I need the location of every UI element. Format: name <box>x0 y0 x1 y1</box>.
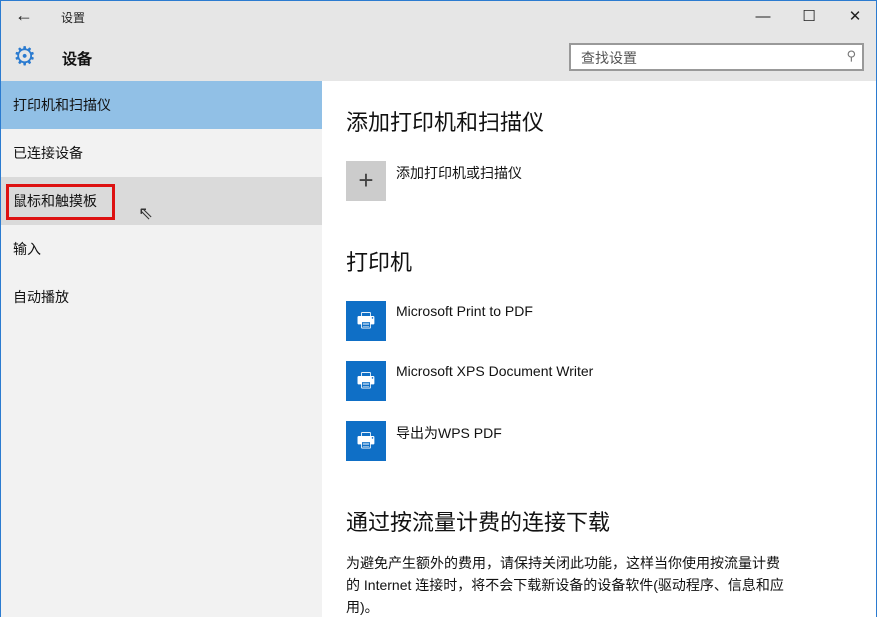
printer-document-icon[interactable]: 🖶 <box>346 301 386 341</box>
add-printer-link[interactable]: 添加打印机或扫描仪 <box>396 163 522 183</box>
sidebar-item-mouse-touchpad[interactable]: 鼠标和触摸板⇖ <box>1 177 322 225</box>
maximize-button[interactable]: ☐ <box>786 1 832 33</box>
search-placeholder: 查找设置 <box>581 50 637 66</box>
section-title-metered: 通过按流量计费的连接下载 <box>346 505 610 537</box>
sidebar-item-label: 打印机和扫描仪 <box>13 97 111 113</box>
printer-icon[interactable]: 🖶 <box>346 421 386 461</box>
page-title: 设备 <box>62 48 92 69</box>
metered-description: 为避免产生额外的费用，请保持关闭此功能，这样当你使用按流量计费的 Interne… <box>346 552 791 617</box>
back-arrow-icon[interactable]: ← <box>15 5 33 26</box>
minimize-button[interactable]: — <box>740 1 786 33</box>
section-title-printers: 打印机 <box>346 245 412 277</box>
printer-document-icon[interactable]: 🖶 <box>346 361 386 401</box>
sidebar-item-connected-devices[interactable]: 已连接设备 <box>1 129 322 177</box>
close-button[interactable]: ✕ <box>832 1 877 33</box>
content-pane: 添加打印机和扫描仪 + 添加打印机或扫描仪 打印机 🖶 Microsoft Pr… <box>322 81 876 617</box>
sidebar-item-label: 输入 <box>13 241 41 257</box>
plus-icon[interactable]: + <box>346 161 386 201</box>
search-input[interactable]: 查找设置 ⚲ <box>569 43 864 71</box>
highlight-box <box>6 184 115 220</box>
printer-item[interactable]: 导出为WPS PDF <box>396 423 502 443</box>
printer-item[interactable]: Microsoft XPS Document Writer <box>396 363 593 379</box>
settings-window: ← 设置 — ☐ ✕ ⚙ 设备 查找设置 ⚲ 打印机和扫描仪 已连接设备 鼠标和… <box>0 0 877 617</box>
sidebar-item-label: 自动播放 <box>13 289 69 305</box>
sidebar: 打印机和扫描仪 已连接设备 鼠标和触摸板⇖ 输入 自动播放 <box>1 81 322 617</box>
printer-item[interactable]: Microsoft Print to PDF <box>396 303 533 319</box>
sidebar-item-label: 已连接设备 <box>13 145 83 161</box>
sidebar-item-printers[interactable]: 打印机和扫描仪 <box>1 81 322 129</box>
title-bar: ← 设置 — ☐ ✕ <box>1 1 876 33</box>
page-header: ⚙ 设备 查找设置 ⚲ <box>1 33 876 81</box>
window-title: 设置 <box>61 9 85 26</box>
section-title-add: 添加打印机和扫描仪 <box>346 105 544 137</box>
sidebar-item-typing[interactable]: 输入 <box>1 225 322 273</box>
gear-icon: ⚙ <box>13 43 36 69</box>
sidebar-item-autoplay[interactable]: 自动播放 <box>1 273 322 321</box>
search-icon: ⚲ <box>846 48 856 64</box>
